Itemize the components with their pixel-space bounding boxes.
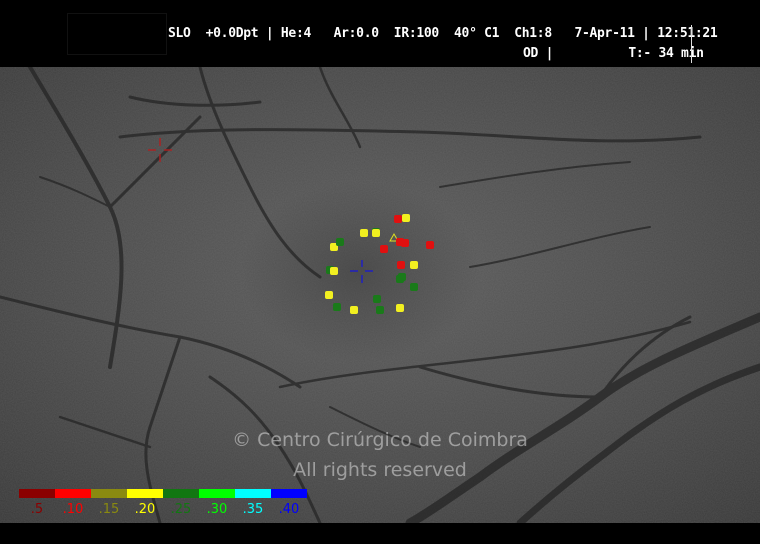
- stimulus-point: [330, 267, 338, 275]
- header-bar: SLO +0.0Dpt | He:4 Ar:0.0 IR:100 40° C1 …: [0, 0, 760, 67]
- legend-swatch: [127, 489, 163, 498]
- legend-label: .15: [98, 502, 120, 517]
- legend-swatch: [271, 489, 307, 498]
- footer-bar: [0, 523, 760, 544]
- stimulus-point: [336, 238, 344, 246]
- legend-swatch: [19, 489, 55, 498]
- stimulus-point: [350, 306, 358, 314]
- stimulus-point: [325, 291, 333, 299]
- stimulus-point: [372, 229, 380, 237]
- scan-parameters: SLO +0.0Dpt | He:4 Ar:0.0 IR:100 40° C1 …: [168, 26, 718, 41]
- stimulus-point: [360, 229, 368, 237]
- legend-swatch: [163, 489, 199, 498]
- copyright-watermark: © Centro Cirúrgico de Coimbra All rights…: [0, 425, 760, 485]
- stimulus-point: [401, 239, 409, 247]
- stimulus-point: [410, 283, 418, 291]
- watermark-line-1: © Centro Cirúrgico de Coimbra: [232, 429, 528, 451]
- legend-label: .20: [134, 502, 156, 517]
- eye-and-time: OD | T:- 34 min: [523, 46, 704, 61]
- stimulus-point: [376, 306, 384, 314]
- stimulus-point: [397, 261, 405, 269]
- stimulus-point: [396, 304, 404, 312]
- stimulus-point: [333, 303, 341, 311]
- legend-label: .30: [206, 502, 228, 517]
- stimulus-point: [373, 295, 381, 303]
- stimulus-point: [426, 241, 434, 249]
- watermark-line-2: All rights reserved: [293, 459, 467, 481]
- legend-label: .40: [278, 502, 300, 517]
- legend-swatch: [55, 489, 91, 498]
- sensitivity-legend-labels: .5 .10 .15 .20 .25 .30 .35 .40: [19, 502, 307, 517]
- redacted-box: [67, 13, 167, 55]
- stimulus-point: [410, 261, 418, 269]
- legend-label: .5: [30, 502, 44, 517]
- legend-swatch: [235, 489, 271, 498]
- legend-swatch: [199, 489, 235, 498]
- sensitivity-legend-bar: [19, 489, 307, 498]
- stimulus-point: [380, 245, 388, 253]
- legend-label: .25: [170, 502, 192, 517]
- legend-swatch: [91, 489, 127, 498]
- stimulus-point: [394, 215, 402, 223]
- legend-label: .10: [62, 502, 84, 517]
- legend-label: .35: [242, 502, 264, 517]
- stimulus-point: [402, 214, 410, 222]
- header-separator: [691, 25, 692, 63]
- stimulus-point: [396, 275, 404, 283]
